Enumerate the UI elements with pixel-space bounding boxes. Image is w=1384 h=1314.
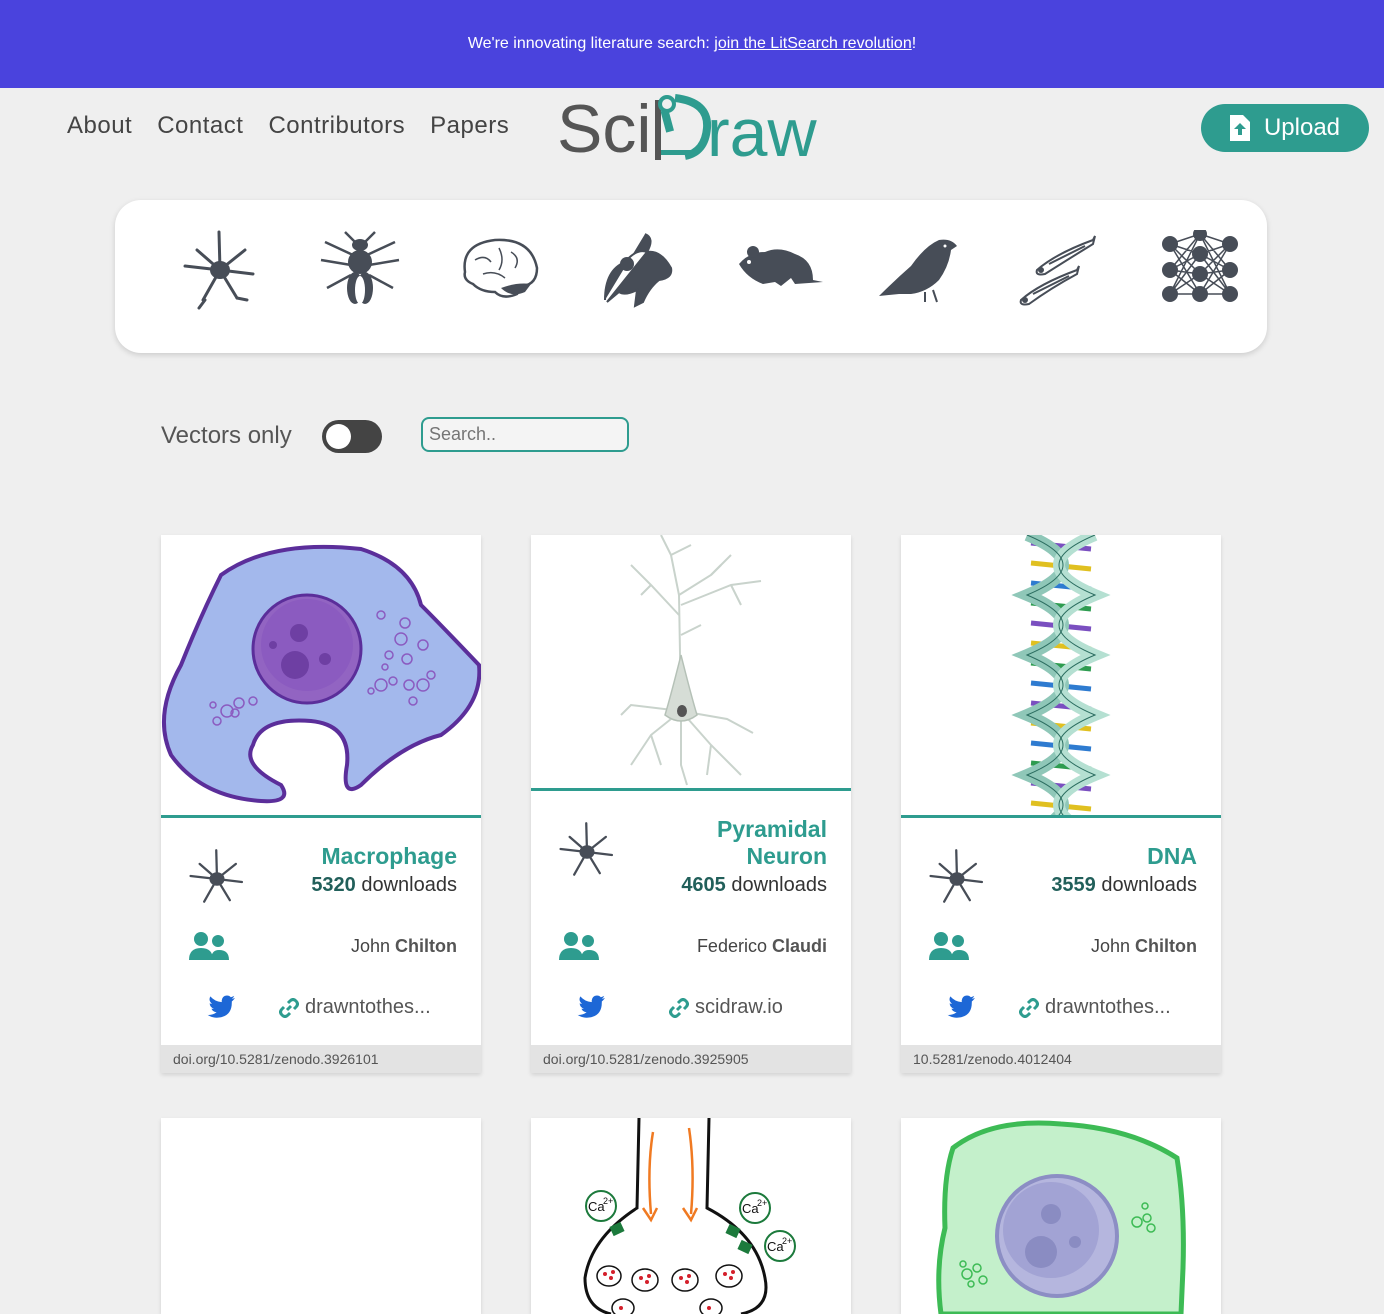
calcium-charge: 2+ — [603, 1196, 613, 1206]
author-last: Claudi — [771, 936, 827, 956]
green-cell-illustration — [936, 1120, 1186, 1314]
card-image — [901, 535, 1221, 815]
calcium-charge: 2+ — [782, 1236, 792, 1246]
card-title[interactable]: DNA — [1147, 843, 1197, 870]
download-count: 4605 downloads — [681, 874, 827, 897]
synapse-illustration: Ca 2+ Ca 2+ Ca 2+ — [583, 1118, 796, 1314]
dna-illustration — [1011, 535, 1111, 815]
upload-button[interactable]: Upload — [1201, 104, 1369, 152]
card-info: Pyramidal Neuron 4605 downloads Federico … — [531, 788, 851, 1073]
card-title[interactable]: Macrophage — [322, 843, 457, 870]
card-link[interactable]: scidraw.io — [669, 996, 783, 1019]
category-bar — [115, 200, 1267, 353]
card-image — [161, 1118, 481, 1314]
scidraw-logo[interactable]: Sci raw — [557, 92, 827, 164]
announcement-banner: We're innovating literature search: join… — [0, 0, 1384, 88]
calcium-charge: 2+ — [757, 1198, 767, 1208]
card-link[interactable]: drawntothes... — [279, 996, 431, 1019]
neuron-icon[interactable] — [175, 230, 265, 310]
twitter-icon[interactable] — [943, 994, 975, 1022]
download-label: downloads — [1095, 874, 1197, 896]
users-icon — [929, 932, 969, 960]
card-image — [161, 535, 481, 815]
doi-label[interactable]: 10.5281/zenodo.4012404 — [901, 1045, 1221, 1073]
card-blank[interactable] — [161, 1118, 481, 1314]
card-info: DNA 3559 downloads John Chilton drawntot… — [901, 815, 1221, 1073]
author-first: John — [350, 936, 396, 956]
file-upload-icon — [1229, 115, 1250, 141]
vectors-only-label: Vectors only — [161, 422, 292, 449]
users-icon — [559, 932, 599, 960]
download-count: 3559 downloads — [1051, 874, 1197, 897]
logo-text-sci: Sci — [557, 92, 651, 164]
macrophage-illustration — [161, 544, 481, 804]
card-info: Macrophage 5320 downloads John Chilton d… — [161, 815, 481, 1073]
link-icon — [1019, 997, 1039, 1018]
card-title-line2: Neuron — [746, 843, 828, 869]
users-icon — [189, 932, 229, 960]
vectors-only-toggle[interactable] — [322, 420, 382, 453]
card-title-line1: Pyramidal — [717, 816, 827, 842]
download-label: downloads — [725, 874, 827, 896]
author-first: Federico — [696, 936, 772, 956]
card-green-cell[interactable] — [901, 1118, 1221, 1314]
zebrafish-icon[interactable] — [1015, 230, 1105, 310]
download-number: 5320 — [311, 874, 356, 896]
neuron-icon — [189, 849, 244, 903]
fly-icon[interactable] — [315, 230, 405, 310]
twitter-icon[interactable] — [573, 994, 605, 1022]
download-label: downloads — [355, 874, 457, 896]
download-count: 5320 downloads — [311, 874, 457, 897]
card-image — [531, 535, 851, 788]
doi-label[interactable]: doi.org/10.5281/zenodo.3926101 — [161, 1045, 481, 1073]
mouse-icon[interactable] — [595, 230, 685, 310]
card-title[interactable]: Pyramidal Neuron — [717, 816, 827, 870]
card-author[interactable]: John Chilton — [1091, 936, 1197, 957]
brain-icon[interactable] — [455, 230, 545, 310]
card-dna[interactable]: DNA 3559 downloads John Chilton drawntot… — [901, 535, 1221, 1073]
author-first: John — [1090, 936, 1136, 956]
link-icon — [669, 997, 689, 1018]
doi-label[interactable]: doi.org/10.5281/zenodo.3925905 — [531, 1045, 851, 1073]
author-last: Chilton — [1135, 936, 1197, 956]
nav-contact[interactable]: Contact — [157, 112, 243, 140]
banner-text: We're innovating literature search: — [467, 35, 715, 52]
rat-icon[interactable] — [735, 230, 825, 310]
litsearch-link[interactable]: join the LitSearch revolution — [714, 35, 911, 52]
card-author[interactable]: John Chilton — [351, 936, 457, 957]
network-icon[interactable] — [1155, 230, 1245, 310]
link-text: drawntothes... — [1045, 996, 1171, 1018]
neuron-icon — [929, 849, 984, 903]
upload-label: Upload — [1263, 114, 1341, 141]
card-link[interactable]: drawntothes... — [1019, 996, 1171, 1019]
neuron-icon — [559, 822, 614, 876]
card-image: Ca 2+ Ca 2+ Ca 2+ — [531, 1118, 851, 1314]
link-text: drawntothes... — [305, 996, 431, 1018]
card-synapse[interactable]: Ca 2+ Ca 2+ Ca 2+ — [531, 1118, 851, 1314]
link-icon — [279, 997, 299, 1018]
bird-icon[interactable] — [875, 230, 965, 310]
download-number: 4605 — [681, 874, 726, 896]
search-input[interactable] — [421, 417, 629, 452]
card-macrophage[interactable]: Macrophage 5320 downloads John Chilton d… — [161, 535, 481, 1073]
card-image — [901, 1118, 1221, 1314]
card-pyramidal-neuron[interactable]: Pyramidal Neuron 4605 downloads Federico … — [531, 535, 851, 1073]
twitter-icon[interactable] — [203, 994, 235, 1022]
nav-papers[interactable]: Papers — [430, 112, 509, 140]
author-last: Chilton — [395, 936, 457, 956]
pyramidal-neuron-illustration — [620, 535, 762, 786]
microscope-icon — [655, 94, 712, 160]
banner-suffix: ! — [911, 35, 917, 52]
link-text: scidraw.io — [695, 996, 783, 1018]
logo-text-raw: raw — [707, 95, 817, 164]
main-nav: About Contact Contributors Papers — [67, 112, 509, 140]
nav-about[interactable]: About — [67, 112, 132, 140]
card-author[interactable]: Federico Claudi — [697, 936, 827, 957]
download-number: 3559 — [1051, 874, 1096, 896]
toggle-knob — [326, 424, 351, 449]
nav-contributors[interactable]: Contributors — [268, 112, 405, 140]
